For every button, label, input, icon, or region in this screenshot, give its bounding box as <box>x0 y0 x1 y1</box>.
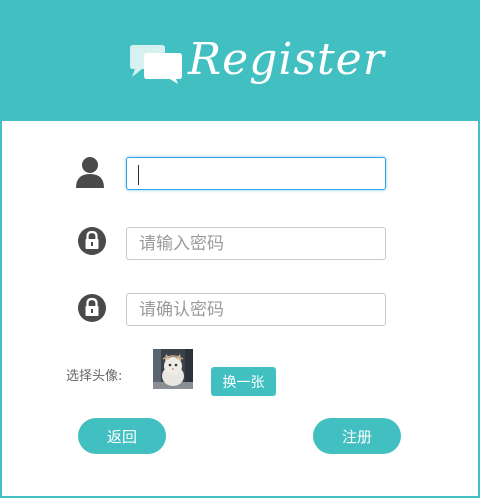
register-dialog: Register 选择头像: 换一张 返回 注册 <box>0 0 480 498</box>
password-input[interactable] <box>126 227 386 260</box>
avatar-image <box>153 349 193 389</box>
user-icon <box>76 157 104 188</box>
change-avatar-button[interactable]: 换一张 <box>211 367 276 396</box>
back-button[interactable]: 返回 <box>78 418 166 454</box>
avatar-label: 选择头像: <box>66 369 123 384</box>
lock-icon <box>78 227 106 255</box>
register-button[interactable]: 注册 <box>313 418 401 454</box>
username-input[interactable] <box>126 157 386 190</box>
chat-bubbles-icon <box>130 45 182 84</box>
lock-icon <box>78 294 106 322</box>
page-title: Register <box>188 34 385 85</box>
header: Register <box>0 0 480 121</box>
text-cursor <box>138 165 139 185</box>
confirm-password-input[interactable] <box>126 293 386 326</box>
